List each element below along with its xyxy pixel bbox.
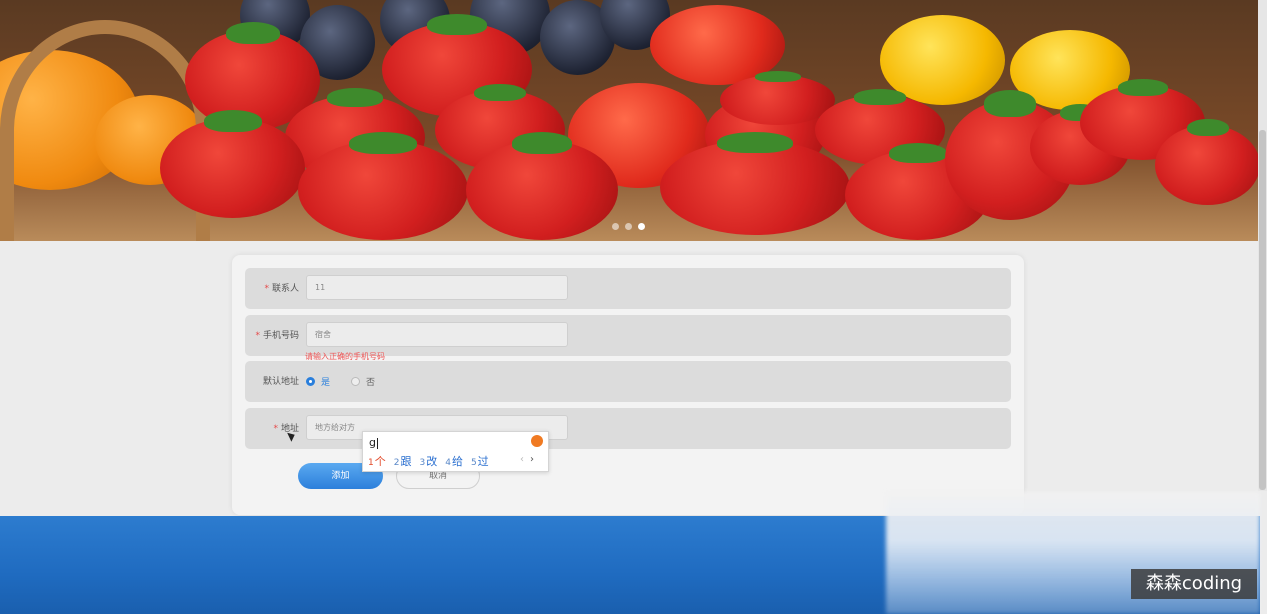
form-row-contact: * 联系人 11 (245, 268, 1011, 309)
ime-composition-text: g (369, 436, 376, 449)
radio-checked-icon (306, 377, 315, 386)
phone-input[interactable]: 宿舍 (306, 322, 568, 347)
ime-candidate[interactable]: 3改 (419, 453, 437, 469)
ime-candidate[interactable]: 4给 (445, 453, 463, 469)
required-mark: * (273, 424, 278, 434)
address-form-card: * 联系人 11 * 手机号码 宿舍 请输入正确的手机号码 默认地址 是 否 * 地址… (232, 255, 1024, 515)
form-row-phone: * 手机号码 宿舍 (245, 315, 1011, 356)
ime-candidate[interactable]: 5过 (471, 453, 489, 469)
ime-candidate-list: 1个 2跟 3改 4给 5过 (368, 453, 489, 469)
required-mark: * (264, 284, 269, 294)
carousel-dot[interactable] (612, 223, 619, 230)
strawberry-image (660, 132, 850, 235)
radio-option-no[interactable]: 否 (351, 375, 375, 388)
carousel-dot[interactable] (625, 223, 632, 230)
form-row-default-address: 默认地址 是 否 (245, 361, 1011, 402)
carousel-indicators (612, 223, 645, 230)
radio-unchecked-icon (351, 377, 360, 386)
scrollbar-thumb[interactable] (1259, 130, 1266, 490)
strawberry-image (160, 110, 305, 218)
strawberry-image (1155, 118, 1258, 205)
form-row-address: * 地址 地方给对方 (245, 408, 1011, 449)
basket-image (0, 20, 210, 241)
ime-prev-icon[interactable]: ‹ (520, 454, 524, 465)
carousel-dot-active[interactable] (638, 223, 645, 230)
page-scrollbar[interactable] (1258, 0, 1267, 491)
strawberry-image (298, 132, 468, 240)
required-mark: * (255, 331, 260, 341)
radio-option-yes[interactable]: 是 (306, 375, 330, 388)
fruit-banner-carousel[interactable] (0, 0, 1258, 241)
ime-logo-icon (531, 435, 543, 447)
ime-candidate-popup: g 1个 2跟 3改 4给 5过 ‹ › (362, 431, 549, 472)
ime-candidate[interactable]: 2跟 (394, 453, 412, 469)
phone-label: * 手机号码 (255, 331, 299, 341)
default-address-label: 默认地址 (262, 377, 299, 387)
strawberry-image (466, 132, 618, 240)
ime-candidate[interactable]: 1个 (368, 453, 386, 469)
ime-next-icon[interactable]: › (530, 454, 534, 465)
ime-page-nav: ‹ › (520, 454, 534, 465)
contact-label: * 联系人 (264, 284, 299, 294)
watermark: 森森coding (1131, 569, 1257, 599)
contact-input[interactable]: 11 (306, 275, 568, 300)
